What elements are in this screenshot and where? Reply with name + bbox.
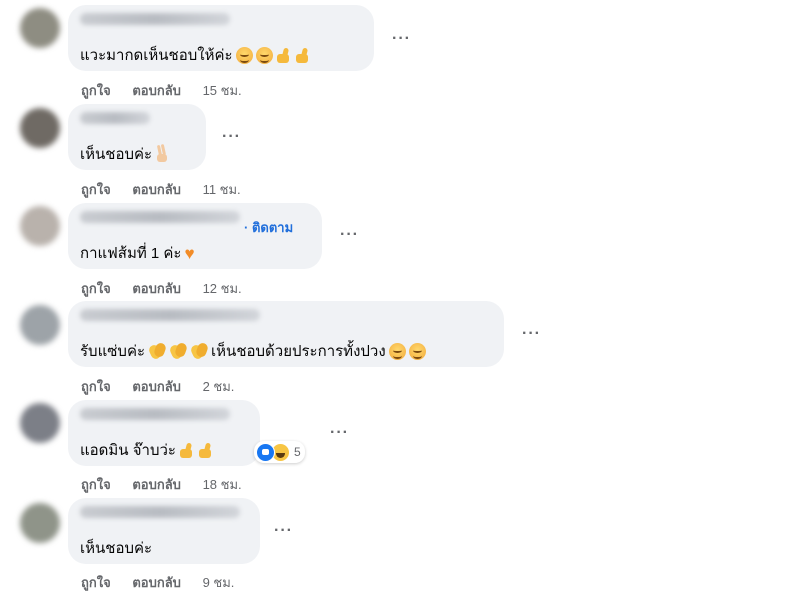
comment-actions: ถูกใจ ตอบกลับ 9 ชม.	[81, 572, 234, 593]
more-options-icon[interactable]: ···	[222, 128, 241, 146]
smiling-face-emoji-icon	[235, 46, 253, 64]
comment-bubble: เห็นชอบค่ะ	[68, 104, 206, 170]
reply-button[interactable]: ตอบกลับ	[132, 80, 181, 101]
more-options-icon[interactable]: ···	[522, 325, 541, 343]
reply-button[interactable]: ตอบกลับ	[132, 376, 181, 397]
thumbs-up-emoji-icon	[198, 442, 214, 458]
avatar[interactable]	[20, 503, 60, 543]
like-button[interactable]: ถูกใจ	[81, 474, 111, 495]
clapping-hands-emoji-icon	[190, 342, 208, 360]
clapping-hands-emoji-icon	[169, 342, 187, 360]
reply-button[interactable]: ตอบกลับ	[132, 572, 181, 593]
timestamp[interactable]: 15 ชม.	[203, 80, 242, 101]
commenter-name[interactable]	[80, 309, 260, 321]
clapping-hands-emoji-icon	[148, 342, 166, 360]
timestamp[interactable]: 9 ชม.	[203, 572, 235, 593]
reaction-summary[interactable]: 5	[254, 441, 305, 463]
timestamp[interactable]: 18 ชม.	[203, 474, 242, 495]
more-options-icon[interactable]: ···	[330, 424, 349, 442]
more-options-icon[interactable]: ···	[340, 226, 359, 244]
smiling-face-emoji-icon	[388, 342, 406, 360]
comment-text-continued: เห็นชอบด้วยประการทั้งปวง	[211, 343, 386, 360]
comment-text: รับแซ่บค่ะ	[80, 343, 146, 360]
victory-hand-emoji-icon	[155, 145, 169, 163]
reaction-count: 5	[294, 445, 301, 459]
comment-text: แอดมิน จ๊าบว่ะ	[80, 442, 176, 459]
more-options-icon[interactable]: ···	[274, 522, 293, 540]
comment-text: แวะมากดเห็นชอบให้ค่ะ	[80, 47, 233, 64]
timestamp[interactable]: 2 ชม.	[203, 376, 235, 397]
timestamp[interactable]: 12 ชม.	[203, 278, 242, 299]
thumbs-up-emoji-icon	[179, 442, 195, 458]
comment-actions: ถูกใจ ตอบกลับ 15 ชม.	[81, 80, 242, 101]
comment-actions: ถูกใจ ตอบกลับ 12 ชม.	[81, 278, 242, 299]
like-button[interactable]: ถูกใจ	[81, 179, 111, 200]
smiling-face-emoji-icon	[255, 46, 273, 64]
reply-button[interactable]: ตอบกลับ	[132, 179, 181, 200]
avatar[interactable]	[20, 108, 60, 148]
comment-actions: ถูกใจ ตอบกลับ 18 ชม.	[81, 474, 242, 495]
comment-text: เห็นชอบค่ะ	[80, 146, 153, 163]
like-button[interactable]: ถูกใจ	[81, 376, 111, 397]
follow-button[interactable]: · ติดตาม	[244, 217, 293, 238]
commenter-name[interactable]	[80, 112, 150, 124]
commenter-name[interactable]	[80, 13, 230, 25]
comment-bubble: รับแซ่บค่ะ เห็นชอบด้วยประการทั้งปวง	[68, 301, 504, 367]
thumbs-up-emoji-icon	[276, 47, 292, 63]
avatar[interactable]	[20, 305, 60, 345]
comment-bubble: เห็นชอบค่ะ	[68, 498, 260, 564]
commenter-name[interactable]	[80, 506, 240, 518]
more-options-icon[interactable]: ···	[392, 30, 411, 48]
smiling-face-emoji-icon	[408, 342, 426, 360]
commenter-name[interactable]	[80, 408, 230, 420]
like-button[interactable]: ถูกใจ	[81, 572, 111, 593]
like-button[interactable]: ถูกใจ	[81, 80, 111, 101]
reply-button[interactable]: ตอบกลับ	[132, 474, 181, 495]
like-reaction-icon	[256, 442, 275, 462]
commenter-name[interactable]	[80, 211, 240, 223]
comment-actions: ถูกใจ ตอบกลับ 11 ชม.	[81, 179, 241, 200]
comment-text: กาแฟส้มที่ 1 ค่ะ	[80, 245, 182, 262]
comment-actions: ถูกใจ ตอบกลับ 2 ชม.	[81, 376, 234, 397]
timestamp[interactable]: 11 ชม.	[203, 179, 241, 200]
thumbs-up-emoji-icon	[295, 47, 311, 63]
avatar[interactable]	[20, 206, 60, 246]
reply-button[interactable]: ตอบกลับ	[132, 278, 181, 299]
comment-bubble: · ติดตาม กาแฟส้มที่ 1 ค่ะ ♥	[68, 203, 322, 269]
orange-heart-emoji-icon: ♥	[184, 243, 195, 263]
comment-text: เห็นชอบค่ะ	[80, 540, 153, 557]
comment-bubble: แอดมิน จ๊าบว่ะ	[68, 400, 260, 466]
avatar[interactable]	[20, 8, 60, 48]
avatar[interactable]	[20, 403, 60, 443]
like-button[interactable]: ถูกใจ	[81, 278, 111, 299]
comment-bubble: แวะมากดเห็นชอบให้ค่ะ	[68, 5, 374, 71]
